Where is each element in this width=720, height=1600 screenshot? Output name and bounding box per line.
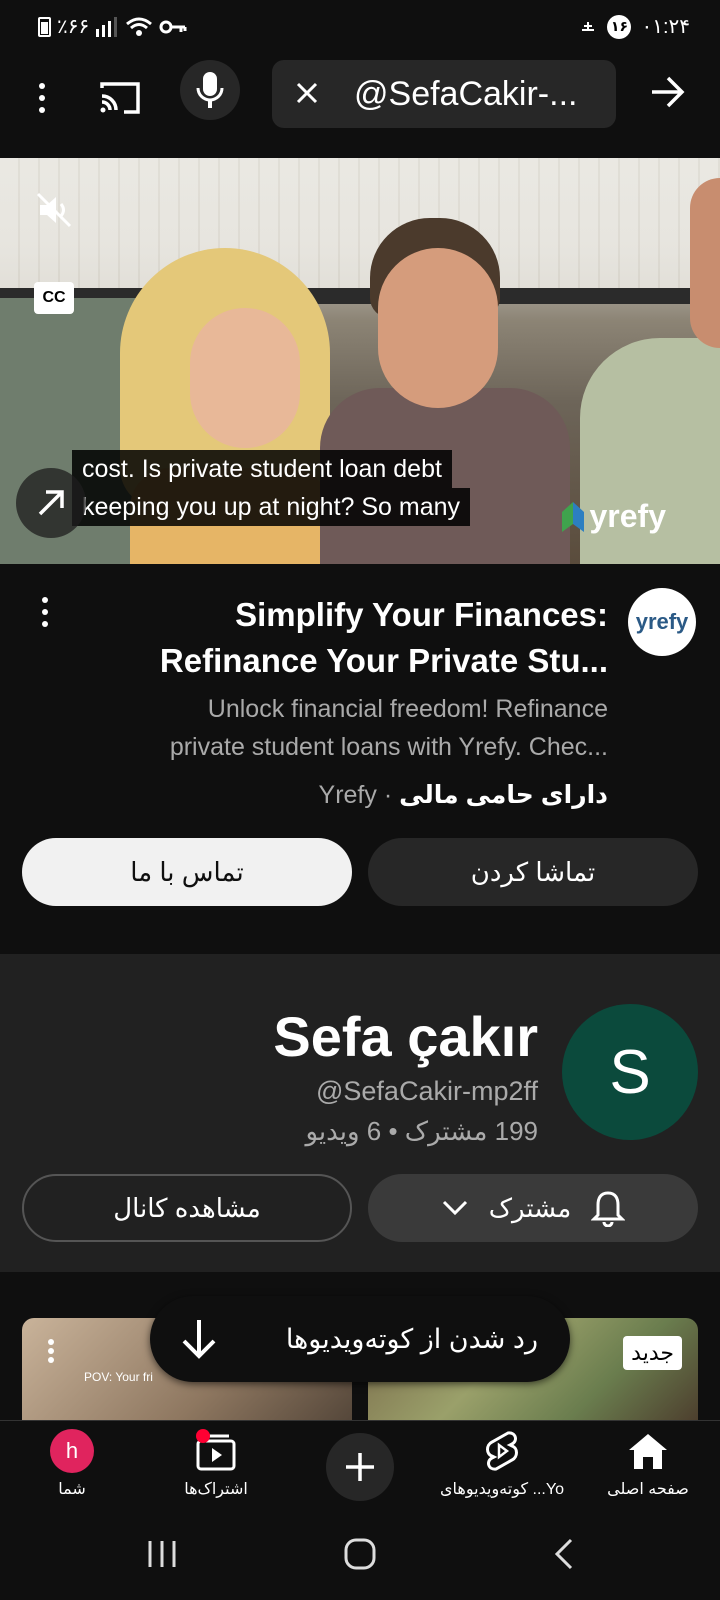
external-arrow-icon	[38, 490, 64, 516]
ad-menu-button[interactable]	[42, 594, 48, 630]
notification-count: ۱۶	[607, 14, 632, 39]
shorts-strip: POV: Your fri جدید رد شدن از کوته‌ویدیوه…	[0, 1272, 720, 1420]
arrow-down-icon	[182, 1320, 216, 1359]
caption-line: cost. Is private student loan debt	[72, 450, 452, 488]
home-icon	[629, 1434, 667, 1469]
channel-avatar[interactable]: S	[562, 1004, 698, 1140]
status-right: ۱۶ ۰۱:۲۴	[579, 14, 690, 39]
ad-video-player[interactable]: CC cost. Is private student loan debt ke…	[0, 158, 720, 564]
more-vert-icon	[39, 80, 45, 116]
more-options-button[interactable]	[26, 72, 58, 124]
advertiser-name: Yrefy	[318, 781, 377, 809]
recent-apps-button[interactable]	[142, 1534, 182, 1574]
channel-card: S Sefa çakır @SefaCakir-mp2ff 199 مشترک …	[0, 954, 720, 1272]
home-circle-icon	[344, 1538, 376, 1570]
plus-icon	[346, 1453, 374, 1481]
ad-title-line: Simplify Your Finances:	[235, 596, 608, 633]
subscribe-button[interactable]: مشترک	[368, 1174, 698, 1242]
short-thumbnail-text: POV: Your fri	[84, 1370, 153, 1384]
ad-description-line: Unlock financial freedom! Refinance	[207, 695, 608, 723]
sponsored-label: دارای حامی مالی	[399, 781, 608, 809]
yrefy-logo-icon	[561, 501, 584, 532]
muted-icon[interactable]	[34, 190, 74, 230]
search-query[interactable]: @SefaCakir-...	[354, 75, 604, 114]
chevron-down-icon	[442, 1200, 467, 1216]
battery-level: ٪۶۶	[57, 16, 90, 38]
contact-us-button[interactable]: تماس با ما	[22, 838, 352, 906]
voice-search-button[interactable]	[180, 60, 240, 120]
short-menu-button[interactable]	[48, 1336, 54, 1366]
open-ad-button[interactable]	[16, 468, 86, 538]
more-vert-icon	[42, 594, 48, 630]
status-bar: ٪۶۶ ۱۶ ۰۱:۲۴	[0, 0, 720, 52]
channel-stats: 199 مشترک • 6 ویدیو	[305, 1116, 538, 1146]
nav-home-label: صفحه اصلی	[607, 1481, 689, 1498]
arrow-right-icon	[652, 76, 685, 108]
clear-search-icon[interactable]	[290, 76, 324, 110]
submit-search-button[interactable]	[644, 68, 692, 116]
user-avatar: h	[50, 1429, 94, 1473]
battery-icon	[38, 16, 51, 37]
video-captions: cost. Is private student loan debt keepi…	[72, 450, 471, 526]
system-navigation-bar	[0, 1506, 720, 1600]
status-left: ٪۶۶	[38, 14, 187, 39]
ad-meta: دارای حامی مالی · Yrefy	[318, 781, 608, 809]
toast-text: رد شدن از کوته‌ویدیوها	[285, 1323, 538, 1354]
shorts-icon	[486, 1431, 518, 1471]
nav-shorts[interactable]: کوته‌ویدیوهای ...Yo	[432, 1429, 572, 1499]
nav-shorts-label: کوته‌ویدیوهای ...Yo	[440, 1481, 564, 1498]
ad-info: Simplify Your Finances: Refinance Your P…	[0, 564, 720, 954]
ad-description: Unlock financial freedom! Refinance priv…	[88, 690, 608, 766]
subscribe-label: مشترک	[488, 1192, 572, 1223]
key-icon	[159, 20, 187, 33]
bottom-navigation: h شما اشتراک‌ها کوته‌ویدیوهای ...Yo صفحه…	[0, 1420, 720, 1506]
nav-you-label: شما	[58, 1481, 86, 1498]
watermark-text: yrefy	[589, 498, 667, 534]
wifi-icon	[126, 17, 153, 36]
microphone-icon	[196, 72, 224, 108]
search-field[interactable]: @SefaCakir-...	[272, 60, 616, 128]
cast-icon	[100, 82, 140, 114]
nav-you[interactable]: h شما	[2, 1429, 142, 1499]
new-badge: جدید	[623, 1336, 682, 1370]
notification-icon	[582, 21, 595, 31]
channel-handle: @SefaCakir-mp2ff	[316, 1076, 538, 1106]
nav-subscriptions-label: اشتراک‌ها	[184, 1481, 248, 1498]
ad-description-line: private student loans with Yrefy. Chec..…	[169, 733, 608, 761]
signal-icon	[96, 16, 118, 37]
nav-home[interactable]: صفحه اصلی	[578, 1429, 718, 1499]
back-button[interactable]	[544, 1534, 584, 1574]
top-bar: @SefaCakir-...	[0, 52, 720, 156]
create-button[interactable]	[326, 1433, 394, 1501]
clock: ۰۱:۲۴	[641, 16, 690, 38]
recent-apps-icon	[148, 1541, 176, 1567]
caption-line: keeping you up at night? So many	[72, 488, 471, 526]
bell-icon	[591, 1191, 626, 1227]
advertiser-watermark: yrefy	[561, 498, 667, 535]
new-content-dot	[196, 1429, 210, 1443]
ad-title[interactable]: Simplify Your Finances: Refinance Your P…	[88, 592, 608, 684]
cast-button[interactable]	[96, 72, 144, 124]
back-chevron-icon	[554, 1538, 573, 1570]
channel-name[interactable]: Sefa çakır	[273, 1004, 538, 1069]
video-person-right-face	[690, 178, 720, 348]
advertiser-avatar[interactable]: yrefy	[628, 588, 696, 656]
ad-title-line: Refinance Your Private Stu...	[159, 642, 608, 679]
view-channel-button[interactable]: مشاهده کانال	[22, 1174, 352, 1242]
closed-captions-button[interactable]: CC	[34, 282, 74, 314]
nav-subscriptions[interactable]: اشتراک‌ها	[146, 1429, 286, 1499]
home-system-button[interactable]	[340, 1534, 380, 1574]
advertiser-avatar-text: yrefy	[635, 609, 689, 634]
watch-button[interactable]: تماشا کردن	[368, 838, 698, 906]
skip-shorts-toast[interactable]: رد شدن از کوته‌ویدیوها	[150, 1296, 570, 1382]
